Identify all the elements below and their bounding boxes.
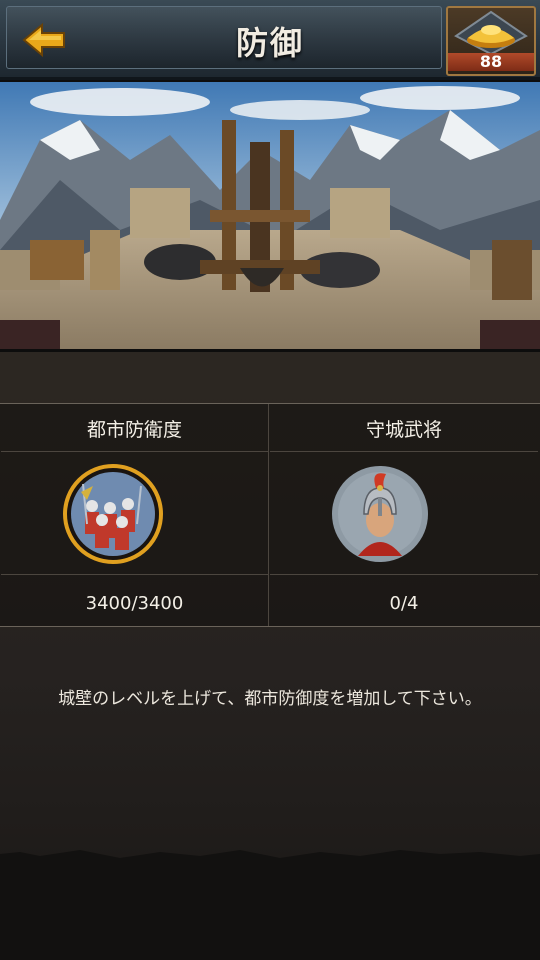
garrison-general-header: 守城武将 [270, 404, 538, 452]
city-defense-header: 都市防衛度 [1, 404, 268, 452]
garrison-general-value: 0/4 [270, 574, 538, 626]
general-helmet-icon [332, 466, 428, 562]
soldier-troop-icon [63, 464, 163, 564]
banner-image [0, 80, 540, 352]
bottom-wall-silhouette [0, 850, 540, 960]
city-defense-value: 3400/3400 [1, 574, 268, 626]
city-defense-portrait-button[interactable] [63, 464, 163, 568]
defense-screen: 防御 88 都市防衛度 3400/3400 守城武将 0/4 城壁のレベルを上げ… [0, 0, 540, 960]
gold-ingot-icon [454, 10, 528, 56]
garrison-general-column: 守城武将 0/4 [270, 404, 538, 626]
gold-currency-button[interactable]: 88 [446, 6, 536, 76]
garrison-general-portrait-button[interactable] [330, 464, 430, 568]
defense-info-table: 都市防衛度 3400/3400 守城武将 0/4 [0, 403, 540, 627]
hint-text: 城壁のレベルを上げて、都市防御度を増加して下さい。 [58, 689, 482, 709]
city-wall-scene-illustration [0, 80, 540, 352]
city-defense-column: 都市防衛度 3400/3400 [1, 404, 269, 626]
gold-amount: 88 [448, 53, 534, 71]
